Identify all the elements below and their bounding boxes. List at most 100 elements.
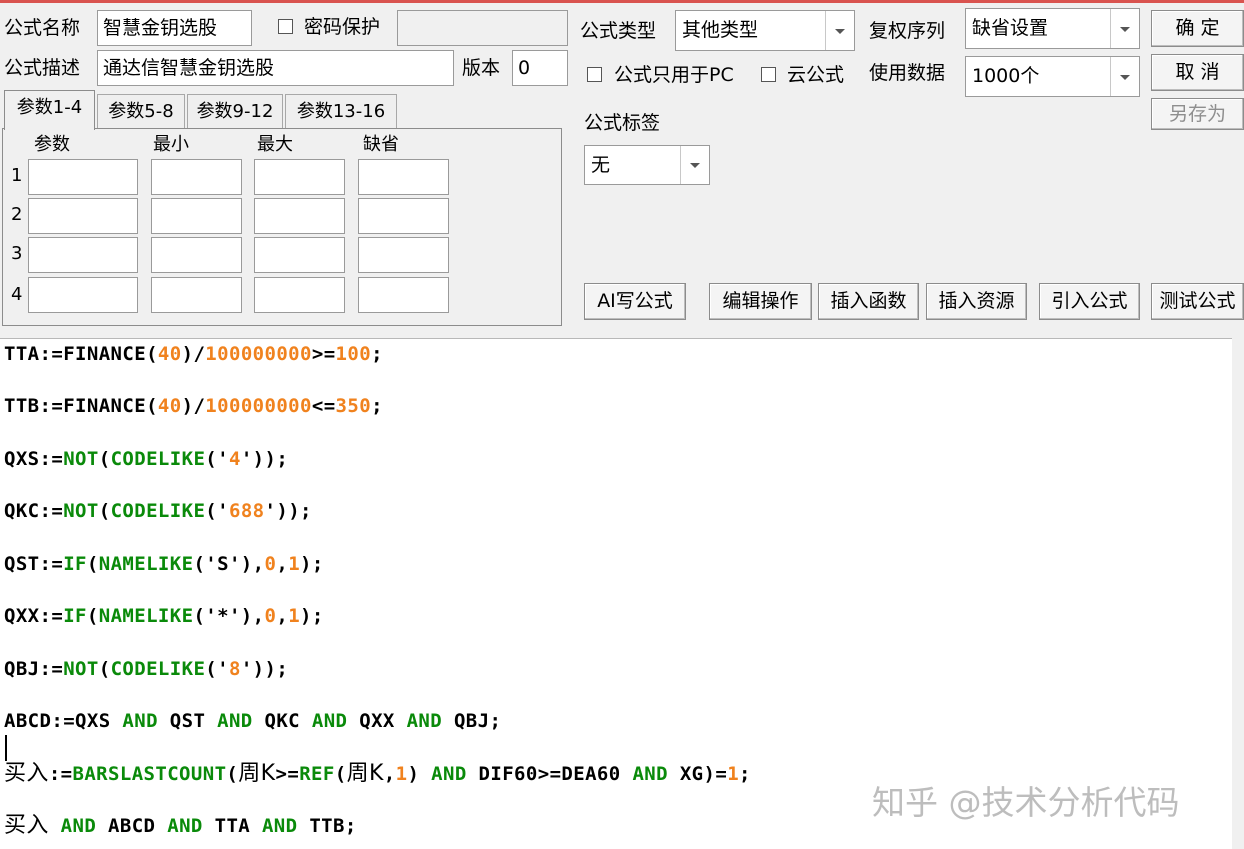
param-min-input[interactable] — [151, 159, 242, 195]
param-max-input[interactable] — [254, 277, 345, 313]
param-name-input[interactable] — [28, 277, 138, 313]
version-field[interactable]: 0 — [512, 50, 568, 86]
data-select[interactable]: 1000个 — [965, 56, 1140, 97]
code-token: AND — [122, 710, 158, 732]
code-token: QBJ:= — [4, 658, 64, 680]
text-cursor — [5, 735, 7, 761]
code-token: 8 — [228, 658, 241, 680]
code-token: 350 — [335, 395, 372, 417]
formula-tag-value: 无 — [591, 154, 611, 176]
code-token: ; — [371, 343, 383, 365]
param-name-input[interactable] — [28, 237, 138, 273]
ai-formula-button[interactable]: AI写公式 — [584, 283, 686, 320]
param-default-input[interactable] — [358, 198, 449, 234]
formula-desc-label: 公式描述 — [4, 57, 81, 79]
code-token: ( — [334, 763, 347, 785]
code-token: 1 — [288, 553, 301, 575]
code-token: 100000000 — [205, 343, 312, 365]
code-token: 40 — [157, 343, 182, 365]
code-token: IF — [63, 605, 87, 627]
code-line: 买入 AND ABCD AND TTA AND TTB; — [4, 814, 357, 838]
window-accent-bar — [0, 0, 1244, 3]
code-token: )/ — [181, 395, 206, 417]
code-token: ) — [407, 763, 432, 785]
param-default-input[interactable] — [358, 277, 449, 313]
code-token: AND — [311, 710, 348, 732]
tab-params-5-8[interactable]: 参数5-8 — [97, 94, 185, 128]
tab-params-13-16[interactable]: 参数13-16 — [285, 94, 397, 128]
param-max-input[interactable] — [254, 159, 345, 195]
formula-desc-field[interactable]: 通达信智慧金钥选股 — [97, 50, 454, 86]
param-min-input[interactable] — [151, 277, 242, 313]
import-formula-button[interactable]: 引入公式 — [1039, 283, 1140, 320]
param-row-number: 1 — [11, 165, 23, 186]
tab-params-9-12[interactable]: 参数9-12 — [187, 94, 283, 128]
code-token: QKC:= — [4, 500, 64, 522]
cloud-label: 云公式 — [787, 64, 845, 86]
formula-type-select[interactable]: 其他类型 — [675, 10, 855, 51]
code-token: 1 — [727, 763, 740, 785]
param-name-input[interactable] — [28, 198, 138, 234]
code-token: NAMELIKE — [98, 553, 194, 575]
code-token: TTB; — [297, 815, 357, 837]
edit-operation-button[interactable]: 编辑操作 — [709, 283, 812, 320]
code-token: <= — [311, 395, 336, 417]
code-token: AND — [60, 815, 97, 837]
cancel-button[interactable]: 取 消 — [1151, 54, 1244, 91]
code-token: >= — [275, 763, 300, 785]
code-token: ')); — [264, 500, 312, 522]
code-token: DIF60>=DEA60 — [466, 763, 633, 785]
param-min-input[interactable] — [151, 198, 242, 234]
param-row-number: 3 — [11, 243, 23, 264]
formula-type-dropdown[interactable] — [825, 11, 854, 50]
code-token: REF — [299, 763, 335, 785]
param-max-input[interactable] — [254, 237, 345, 273]
password-label: 密码保护 — [304, 16, 381, 38]
code-token: ')); — [240, 658, 289, 680]
code-token: ABCD — [96, 815, 168, 837]
cloud-checkbox[interactable] — [761, 67, 776, 82]
code-token: ABCD:=QXS — [4, 710, 123, 732]
formula-type-value: 其他类型 — [682, 19, 759, 41]
formula-tag-select[interactable]: 无 — [584, 145, 710, 185]
code-line: 买入:=BARSLASTCOUNT(周K>=REF(周K,1) AND DIF6… — [4, 762, 751, 786]
watermark: 知乎 @技术分析代码 — [872, 783, 1180, 822]
insert-resource-button[interactable]: 插入资源 — [926, 283, 1027, 320]
insert-function-button[interactable]: 插入函数 — [818, 283, 919, 320]
restore-dropdown[interactable] — [1110, 9, 1139, 48]
formula-name-field[interactable]: 智慧金钥选股 — [97, 10, 252, 46]
code-token: QXS:= — [4, 448, 64, 470]
code-token: ; — [371, 395, 383, 417]
code-token: , — [276, 605, 289, 627]
code-token: ('S'), — [193, 553, 265, 575]
password-checkbox[interactable] — [278, 19, 293, 34]
restore-select[interactable]: 缺省设置 — [965, 8, 1140, 49]
code-line: QBJ:=NOT(CODELIKE('8')); — [4, 657, 288, 681]
param-default-input[interactable] — [358, 237, 449, 273]
param-min-input[interactable] — [151, 237, 242, 273]
code-token: QKC — [252, 710, 312, 732]
code-line: QXS:=NOT(CODELIKE('4')); — [4, 447, 288, 471]
chevron-down-icon — [1120, 26, 1130, 32]
code-token: 40 — [157, 395, 182, 417]
tab-params-1-4[interactable]: 参数1-4 — [4, 90, 95, 130]
password-field[interactable] — [397, 10, 568, 46]
code-token: (' — [205, 500, 229, 522]
pc-only-checkbox[interactable] — [587, 67, 602, 82]
param-default-input[interactable] — [358, 159, 449, 195]
data-dropdown[interactable] — [1110, 57, 1139, 96]
code-token: AND — [217, 710, 253, 732]
min-col-header: 最小 — [153, 134, 189, 155]
save-as-button[interactable]: 另存为 — [1151, 98, 1244, 130]
param-max-input[interactable] — [254, 198, 345, 234]
test-formula-button[interactable]: 测试公式 — [1151, 283, 1244, 320]
code-token: ( — [86, 553, 99, 575]
formula-tag-dropdown[interactable] — [680, 146, 709, 184]
code-line: ABCD:=QXS AND QST AND QKC AND QXX AND QB… — [4, 709, 501, 733]
data-label: 使用数据 — [869, 62, 946, 84]
param-name-input[interactable] — [28, 159, 138, 195]
editor-scroll-area[interactable] — [1232, 338, 1244, 848]
code-token: ('*'), — [193, 605, 265, 627]
ok-button[interactable]: 确 定 — [1151, 10, 1244, 47]
chevron-down-icon — [690, 163, 700, 168]
